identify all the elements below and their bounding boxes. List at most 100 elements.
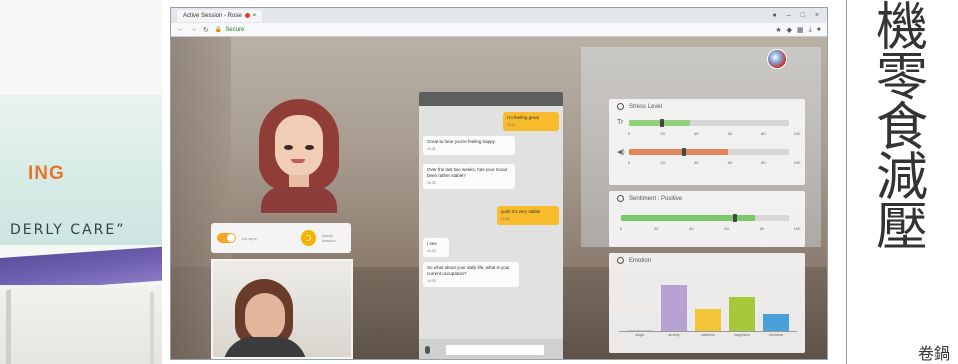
chat-message-bot: Great to hear you're feeling happy 10:31	[423, 136, 515, 155]
tick-label: 40	[693, 131, 699, 136]
chat-input[interactable]	[446, 345, 544, 355]
emotion-bar-sadness	[695, 309, 721, 331]
emotion-label: anger	[635, 333, 645, 337]
tick-label: 80	[761, 131, 766, 136]
extension-icons: ★ ◆ ▦ ⤓ ●	[775, 26, 821, 34]
tab-title: Active Session - Rose	[183, 12, 242, 19]
sentiment-bar-marker	[733, 214, 738, 222]
user-video-feed	[211, 259, 353, 359]
tick-label: 20	[660, 160, 665, 165]
chat-message-bot: I see 10:32	[423, 238, 449, 257]
emotion-bar-happiness	[729, 296, 755, 331]
user-face	[245, 293, 285, 341]
panel-title: Stress Level	[629, 103, 663, 110]
emotion-label: anxiety	[668, 333, 680, 337]
assist-button[interactable]: Ↄ	[300, 230, 317, 246]
tick-label: 100	[793, 160, 801, 165]
browser-titlebar: Active Session - Rose × ● – □ ×	[171, 8, 827, 23]
user-icon[interactable]: ●	[773, 12, 777, 19]
stress-level-panel: Stress Level Tr 0 20 40 60 80 100 ◀) 0 2…	[609, 99, 805, 185]
browser-window: Active Session - Rose × ● – □ × ← → ↻ 🔒 …	[170, 7, 828, 360]
headline-char: 機	[876, 0, 929, 58]
message-time: 10:32	[427, 249, 436, 253]
headline-char: 減	[876, 148, 929, 208]
divider-line	[846, 0, 847, 364]
message-text: I see	[427, 241, 437, 246]
message-text: I'm feeling great	[507, 115, 539, 120]
stress-bar-fill	[629, 149, 729, 155]
stress-ticks: 0 20 40 60 80 100	[627, 131, 800, 138]
tick-label: 40	[693, 160, 699, 165]
tick-label: 0	[627, 131, 631, 136]
text-stress-icon: Tr	[617, 119, 624, 126]
voice-stress-icon: ◀)	[617, 149, 625, 156]
maximize-icon[interactable]: □	[801, 12, 805, 19]
bar-track	[621, 214, 789, 222]
bar-track	[629, 148, 789, 156]
close-tab-icon[interactable]: ×	[253, 13, 257, 19]
stress-bar-marker	[681, 148, 686, 156]
emotion-label: happiness	[734, 333, 750, 337]
profile-avatar-icon[interactable]	[767, 49, 787, 69]
avatar-mouth	[291, 159, 305, 163]
banner-subtitle: DERLY CARE”	[10, 222, 126, 238]
stress-bar-fill	[629, 120, 690, 126]
banner-post	[6, 290, 11, 364]
apps-icon[interactable]: ▦	[797, 26, 804, 34]
avatar-eye	[284, 145, 293, 150]
reload-icon[interactable]: ↻	[203, 26, 209, 34]
user-body	[223, 337, 307, 357]
message-text: Over the last two weeks, has your mood b…	[427, 167, 508, 178]
chat-message-bot: Over the last two weeks, has your mood b…	[423, 164, 515, 189]
emotion-bar-tiredness	[763, 313, 789, 331]
tick-label: 20	[653, 226, 659, 231]
emotion-chart	[619, 270, 797, 332]
stress-bar-row: Tr	[617, 117, 797, 131]
emotion-label: tiredness	[768, 333, 784, 337]
message-time: 10:32	[501, 217, 510, 221]
browser-tab[interactable]: Active Session - Rose ×	[177, 9, 263, 22]
emotion-bar-anxiety	[661, 284, 687, 331]
close-window-icon[interactable]: ×	[815, 12, 819, 19]
toggle-label: Lip sync	[242, 235, 257, 241]
sentiment-bar-row	[617, 212, 797, 226]
stress-bar-row: ◀)	[617, 146, 797, 160]
emotion-icon	[617, 257, 624, 264]
virtual-assistant-avatar	[251, 99, 347, 213]
microphone-icon[interactable]	[425, 346, 430, 354]
sentiment-ticks: 0 20 40 60 80 100	[620, 226, 800, 233]
tick-label: 80	[761, 160, 766, 165]
download-icon[interactable]: ⤓	[809, 26, 812, 34]
stress-bar-marker	[660, 119, 665, 127]
chat-header	[419, 92, 563, 106]
lip-sync-toggle[interactable]	[217, 233, 237, 243]
message-time: 10:31	[427, 147, 436, 151]
panel-title: Sentiment : Positive	[629, 195, 683, 202]
minimize-icon[interactable]: –	[787, 12, 791, 19]
forward-icon[interactable]: →	[190, 26, 197, 33]
message-text: Great to hear you're feeling happy	[427, 139, 495, 144]
chat-message-user: yeah it's very stable 10:32	[497, 206, 559, 225]
back-icon[interactable]: ←	[177, 26, 184, 33]
emotion-label: sadness	[701, 333, 715, 337]
tick-label: 0	[627, 160, 631, 165]
assist-label: Assist session	[322, 233, 336, 243]
notification-icon[interactable]: ●	[817, 26, 821, 34]
tick-label: 60	[727, 160, 733, 165]
secure-label: Secure	[225, 26, 245, 33]
promo-banner: ING DERLY CARE”	[0, 0, 162, 364]
tick-label: 100	[793, 131, 801, 136]
extension-icon[interactable]: ◆	[787, 26, 792, 34]
bar-track	[629, 119, 789, 127]
tick-label: 100	[793, 226, 801, 231]
message-time: 10:33	[427, 279, 436, 283]
banner-base	[0, 285, 162, 364]
tick-label: 40	[689, 226, 694, 231]
stress-icon	[617, 103, 624, 110]
window-controls: ● – □ ×	[773, 12, 827, 19]
bookmark-icon[interactable]: ★	[775, 26, 781, 34]
headline-char: 零	[876, 48, 929, 108]
url-field[interactable]: 🔒 Secure	[215, 26, 245, 34]
emotion-panel: Emotion anger anxiety sadness happiness tire…	[609, 253, 805, 353]
avatar-face	[275, 115, 323, 177]
